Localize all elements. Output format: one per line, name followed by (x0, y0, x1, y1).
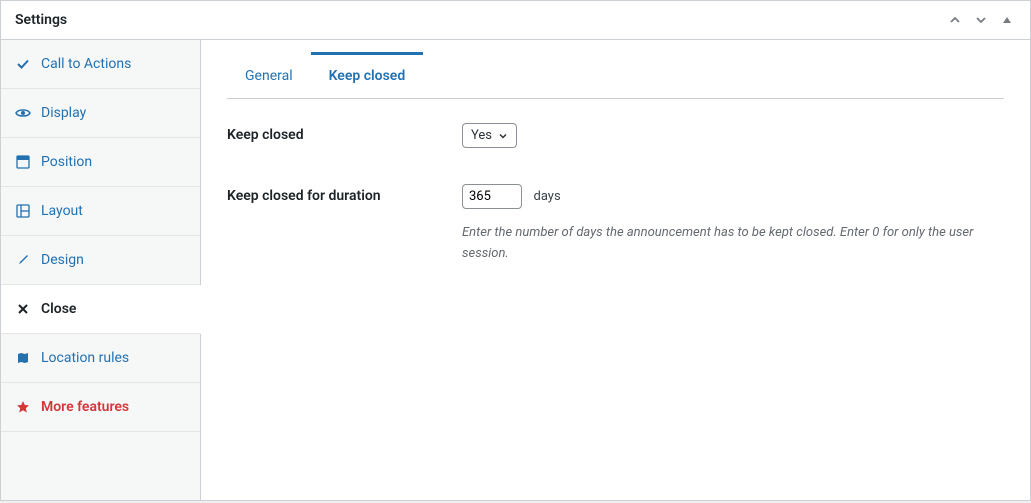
duration-label: Keep closed for duration (227, 184, 462, 204)
sidebar: Call to Actions Display Position Layout (1, 40, 201, 500)
chevron-down-icon[interactable] (972, 11, 990, 29)
chevron-down-icon (498, 131, 508, 141)
sidebar-item-label: Close (41, 301, 76, 317)
sidebar-item-layout[interactable]: Layout (1, 187, 200, 236)
duration-input-wrap: days (462, 184, 1004, 209)
brush-icon (15, 252, 31, 268)
sidebar-item-close[interactable]: Close (1, 285, 201, 334)
sidebar-item-design[interactable]: Design (1, 236, 200, 285)
sidebar-item-position[interactable]: Position (1, 138, 200, 187)
duration-input[interactable] (462, 184, 522, 209)
position-icon (15, 154, 31, 170)
duration-control: days Enter the number of days the announ… (462, 184, 1004, 265)
sidebar-item-label: More features (41, 399, 129, 415)
form-row-duration: Keep closed for duration days Enter the … (227, 184, 1004, 265)
layout-icon (15, 203, 31, 219)
tab-keep-closed[interactable]: Keep closed (311, 54, 424, 98)
map-icon (15, 350, 31, 366)
close-icon (15, 301, 31, 317)
tab-general[interactable]: General (227, 54, 311, 98)
sidebar-item-label: Position (41, 154, 92, 170)
chevron-up-icon[interactable] (946, 11, 964, 29)
keep-closed-value: Yes (471, 128, 492, 143)
form: Keep closed Yes Keep closed for duration (227, 99, 1004, 265)
sidebar-item-label: Layout (41, 203, 83, 219)
duration-unit: days (533, 189, 560, 204)
panel-header: Settings (1, 1, 1030, 40)
sidebar-item-location-rules[interactable]: Location rules (1, 334, 200, 383)
settings-panel: Settings Call to Actions (0, 0, 1031, 501)
panel-body: Call to Actions Display Position Layout (1, 40, 1030, 500)
keep-closed-select[interactable]: Yes (462, 123, 517, 148)
check-icon (15, 56, 31, 72)
star-icon (15, 399, 31, 415)
keep-closed-control: Yes (462, 123, 1004, 148)
eye-icon (15, 105, 31, 121)
form-row-keep-closed: Keep closed Yes (227, 123, 1004, 148)
duration-help-text: Enter the number of days the announcemen… (462, 223, 992, 265)
sidebar-item-call-to-actions[interactable]: Call to Actions (1, 40, 200, 89)
sidebar-item-label: Call to Actions (41, 56, 131, 72)
panel-title: Settings (15, 12, 67, 28)
panel-header-controls (946, 11, 1016, 29)
content-area: General Keep closed Keep closed Yes (201, 40, 1030, 500)
keep-closed-label: Keep closed (227, 123, 462, 143)
sidebar-item-label: Location rules (41, 350, 129, 366)
sidebar-item-label: Display (41, 105, 86, 121)
tabs: General Keep closed (227, 54, 1004, 99)
sidebar-item-more-features[interactable]: More features (1, 383, 200, 432)
sidebar-item-label: Design (41, 252, 84, 268)
collapse-triangle-icon[interactable] (998, 11, 1016, 29)
sidebar-item-display[interactable]: Display (1, 89, 200, 138)
